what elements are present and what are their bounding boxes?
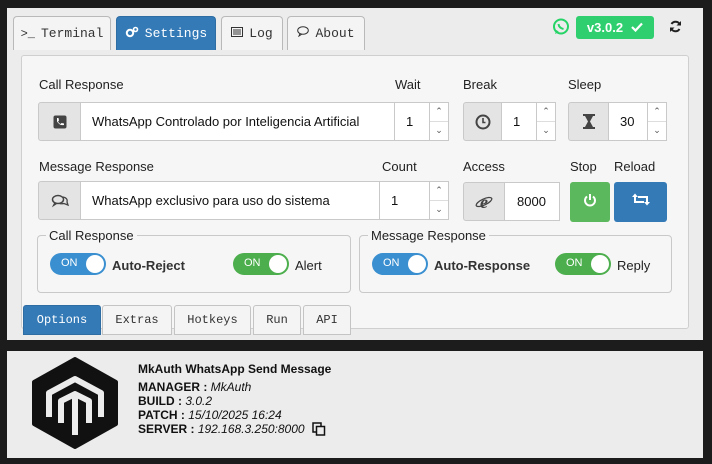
chevron-up-icon[interactable]: ⌃ — [430, 182, 448, 201]
auto-response-toggle[interactable]: ON — [372, 253, 428, 275]
wait-input[interactable]: 1 — [394, 102, 430, 141]
tab-run[interactable]: Run — [253, 305, 301, 335]
call-response-label: Call Response — [39, 77, 124, 92]
message-response-group: Message Response ON Auto-Response ON Rep… — [359, 228, 672, 293]
count-label: Count — [382, 159, 417, 174]
terminal-icon: >_ — [20, 26, 35, 41]
tab-extras[interactable]: Extras — [102, 305, 172, 335]
phone-icon — [38, 102, 81, 141]
sleep-stepper[interactable]: ⌃ ⌄ — [647, 102, 667, 141]
copy-icon[interactable] — [312, 422, 326, 439]
auto-reject-toggle[interactable]: ON — [50, 253, 106, 275]
tab-about[interactable]: About — [287, 16, 365, 50]
server-row: SERVER : 192.168.3.250:8000 — [138, 422, 326, 439]
break-label: Break — [463, 77, 497, 92]
tab-api[interactable]: API — [303, 305, 351, 335]
version-badge: v3.0.2 — [576, 16, 654, 39]
mkauth-logo — [29, 357, 121, 454]
message-response-group-title: Message Response — [368, 228, 489, 243]
access-port-input[interactable]: 8000 — [504, 182, 560, 221]
clock-icon — [463, 102, 502, 141]
cogs-icon — [125, 26, 139, 42]
about-title: MkAuth WhatsApp Send Message — [138, 362, 332, 376]
tab-settings[interactable]: Settings — [116, 16, 216, 50]
patch-value: 15/10/2025 16:24 — [188, 408, 282, 422]
call-response-input[interactable]: WhatsApp Controlado por Inteligencia Art… — [80, 102, 395, 141]
settings-window: >_ Terminal Settings Log About v3.0.2 Ca… — [7, 8, 703, 340]
tab-terminal[interactable]: >_ Terminal — [13, 16, 111, 50]
count-stepper[interactable]: ⌃ ⌄ — [429, 181, 449, 220]
chevron-down-icon[interactable]: ⌄ — [430, 122, 448, 141]
comments-icon — [38, 181, 81, 220]
call-response-group-title: Call Response — [46, 228, 137, 243]
comment-icon — [297, 26, 310, 41]
tab-hotkeys[interactable]: Hotkeys — [174, 305, 251, 335]
tab-log[interactable]: Log — [221, 16, 283, 50]
build-row: BUILD : 3.0.2 — [138, 394, 213, 408]
tab-options[interactable]: Options — [23, 305, 101, 335]
reply-label: Reply — [617, 258, 651, 273]
reload-button[interactable] — [614, 182, 667, 222]
reply-toggle[interactable]: ON — [555, 253, 611, 275]
auto-reject-label: Auto-Reject — [112, 258, 185, 273]
refresh-icon[interactable] — [669, 20, 682, 38]
message-response-label: Message Response — [39, 159, 154, 174]
chevron-up-icon[interactable]: ⌃ — [648, 103, 666, 122]
check-icon — [631, 20, 643, 35]
svg-text:e: e — [480, 193, 488, 211]
access-label: Access — [463, 159, 505, 174]
break-input[interactable]: 1 — [501, 102, 537, 141]
list-icon — [231, 26, 244, 41]
alert-toggle[interactable]: ON — [233, 253, 289, 275]
reload-label: Reload — [614, 159, 656, 174]
manager-value: MkAuth — [210, 380, 252, 394]
call-response-group: Call Response ON Auto-Reject ON Alert — [37, 228, 351, 293]
chevron-down-icon[interactable]: ⌄ — [430, 201, 448, 220]
wait-label: Wait — [395, 77, 421, 92]
build-value: 3.0.2 — [185, 394, 213, 408]
hourglass-icon — [568, 102, 609, 141]
wait-stepper[interactable]: ⌃ ⌄ — [429, 102, 449, 141]
stop-label: Stop — [570, 159, 597, 174]
retweet-icon — [631, 193, 650, 211]
patch-row: PATCH : 15/10/2025 16:24 — [138, 408, 282, 422]
power-icon — [583, 193, 597, 212]
stop-button[interactable] — [570, 182, 610, 222]
sleep-input[interactable]: 30 — [608, 102, 648, 141]
break-stepper[interactable]: ⌃ ⌄ — [536, 102, 556, 141]
chevron-down-icon[interactable]: ⌄ — [648, 122, 666, 141]
chevron-up-icon[interactable]: ⌃ — [537, 103, 555, 122]
manager-row: MANAGER : MkAuth — [138, 380, 252, 394]
chevron-down-icon[interactable]: ⌄ — [537, 122, 555, 141]
ie-icon: e — [463, 182, 505, 221]
whatsapp-icon — [552, 18, 570, 41]
count-input[interactable]: 1 — [379, 181, 430, 220]
chevron-up-icon[interactable]: ⌃ — [430, 103, 448, 122]
about-panel: MkAuth WhatsApp Send Message MANAGER : M… — [7, 351, 703, 458]
settings-panel: Call Response Wait Break Sleep WhatsApp … — [21, 55, 689, 335]
sleep-label: Sleep — [568, 77, 602, 92]
alert-label: Alert — [295, 258, 322, 273]
server-value: 192.168.3.250:8000 — [197, 422, 305, 436]
message-response-input[interactable]: WhatsApp exclusivo para uso do sistema — [80, 181, 380, 220]
auto-response-label: Auto-Response — [434, 258, 531, 273]
